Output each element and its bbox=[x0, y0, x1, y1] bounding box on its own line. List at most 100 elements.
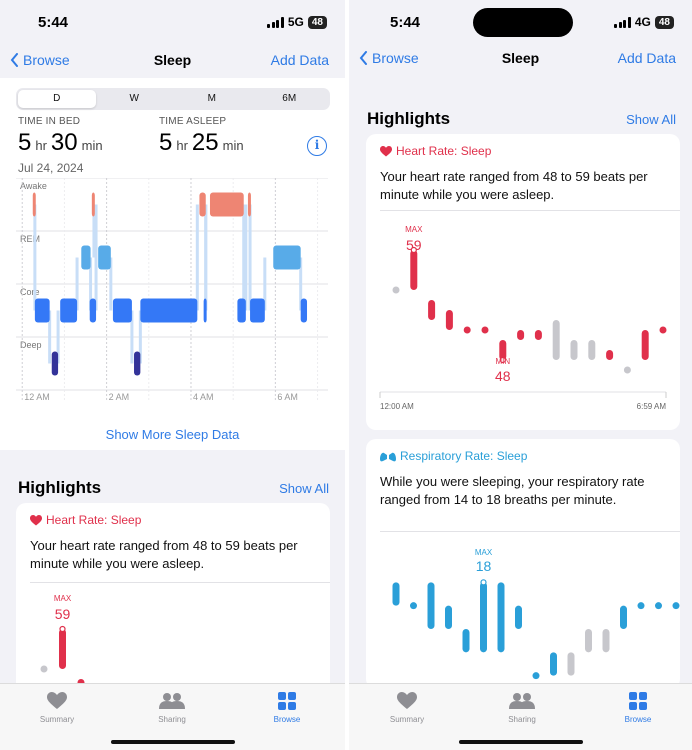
range-bar bbox=[602, 629, 610, 653]
segment-week[interactable]: W bbox=[96, 90, 174, 108]
max-value: 18 bbox=[476, 558, 492, 574]
time-in-bed: TIME IN BED 5 hr 30 min bbox=[18, 116, 107, 157]
sleep-segment-awake bbox=[247, 192, 251, 217]
stage-label: Awake bbox=[20, 181, 47, 191]
hours-unit: hr bbox=[176, 138, 188, 153]
range-point bbox=[410, 602, 417, 610]
sleep-panel: D W M 6M TIME IN BED 5 hr 30 min TIME ASLEE… bbox=[0, 78, 345, 450]
tab-summary[interactable]: Summary bbox=[367, 690, 447, 724]
sleep-segment-core bbox=[237, 298, 246, 323]
card-title-text: Heart Rate: Sleep bbox=[396, 144, 492, 158]
signal-icon bbox=[267, 16, 284, 28]
range-bar bbox=[588, 340, 596, 360]
minutes-unit: min bbox=[81, 138, 103, 153]
range-bar bbox=[620, 605, 627, 629]
home-indicator bbox=[459, 740, 583, 744]
range-bar bbox=[552, 320, 560, 360]
grid-icon bbox=[278, 692, 296, 710]
sleep-segment-rem bbox=[273, 245, 301, 270]
card-title: Heart Rate: Sleep bbox=[30, 513, 141, 527]
time-asleep-label: TIME ASLEEP bbox=[159, 116, 227, 127]
right-screen: 5:44 4G 48 Browse Sleep Add Data Highlig… bbox=[349, 0, 692, 750]
sleep-segment-core bbox=[140, 298, 198, 323]
tab-label: Summary bbox=[389, 715, 425, 724]
network-label: 4G bbox=[634, 15, 651, 29]
hours: 5 bbox=[18, 129, 32, 156]
max-label: MAX bbox=[54, 594, 72, 603]
status-icons: 4G 48 bbox=[614, 15, 674, 29]
range-bar bbox=[445, 605, 452, 629]
heart-rate-chart: MAX59MIN4812:00 AM 6:59 AM bbox=[379, 225, 667, 411]
range-bar bbox=[462, 629, 470, 653]
range-bar bbox=[445, 310, 453, 330]
range-bar bbox=[428, 300, 436, 320]
battery-icon: 48 bbox=[654, 15, 674, 29]
max-value: 59 bbox=[55, 606, 71, 622]
sleep-segment-awake bbox=[209, 192, 244, 217]
range-point bbox=[463, 326, 471, 334]
sleep-date: Jul 24, 2024 bbox=[18, 161, 84, 175]
range-bar bbox=[641, 330, 649, 360]
tab-browse[interactable]: Browse bbox=[247, 690, 327, 724]
tab-sharing[interactable]: Sharing bbox=[482, 690, 562, 724]
heart-icon bbox=[30, 514, 42, 525]
status-time: 5:44 bbox=[390, 14, 421, 31]
sleep-segment-deep bbox=[134, 351, 141, 376]
segment-day[interactable]: D bbox=[18, 90, 96, 108]
x-start-label: 12:00 AM bbox=[380, 402, 414, 411]
minutes: 25 bbox=[191, 129, 219, 156]
card-title: Respiratory Rate: Sleep bbox=[380, 449, 527, 463]
show-all-link[interactable]: Show All bbox=[626, 112, 676, 127]
segment-six-months[interactable]: 6M bbox=[251, 90, 329, 108]
sleep-segment-core bbox=[250, 298, 265, 323]
heart-icon bbox=[47, 692, 67, 709]
range-point bbox=[40, 665, 48, 673]
range-point bbox=[623, 366, 631, 374]
x-tick-label: 12 AM bbox=[24, 392, 50, 402]
show-all-link[interactable]: Show All bbox=[279, 481, 329, 496]
heart-icon bbox=[397, 692, 417, 709]
highlights-header: Highlights Show All bbox=[367, 109, 676, 129]
info-icon[interactable]: i bbox=[307, 136, 327, 156]
sleep-segment-awake bbox=[199, 192, 206, 217]
sleep-segment-core bbox=[60, 298, 78, 323]
range-point bbox=[672, 602, 680, 610]
x-tick-label: 6 AM bbox=[277, 392, 298, 402]
status-time: 5:44 bbox=[38, 14, 69, 31]
tab-label: Browse bbox=[273, 715, 301, 724]
sleep-segment-awake bbox=[91, 192, 95, 217]
heart-rate-card[interactable]: Heart Rate: Sleep Your heart rate ranged… bbox=[366, 134, 680, 430]
highlights-header: Highlights Show All bbox=[18, 478, 329, 498]
time-in-bed-label: TIME IN BED bbox=[18, 116, 81, 127]
time-asleep-value: 5 hr 25 min bbox=[159, 129, 248, 157]
heart-icon bbox=[380, 145, 392, 156]
tab-summary[interactable]: Summary bbox=[17, 690, 97, 724]
highlights-title: Highlights bbox=[367, 109, 451, 128]
sleep-segment-core bbox=[89, 298, 97, 323]
range-bar bbox=[480, 582, 487, 653]
sleep-segment-rem bbox=[81, 245, 91, 270]
status-bar: 5:44 4G 48 bbox=[349, 0, 692, 44]
grid-icon bbox=[629, 692, 647, 710]
respiratory-rate-card[interactable]: Respiratory Rate: Sleep While you were s… bbox=[366, 439, 680, 689]
add-data-button[interactable]: Add Data bbox=[618, 50, 676, 66]
heart-rate-card[interactable]: Heart Rate: Sleep Your heart rate ranged… bbox=[16, 503, 330, 693]
add-data-button[interactable]: Add Data bbox=[271, 52, 329, 68]
show-more-sleep-data-link[interactable]: Show More Sleep Data bbox=[0, 427, 345, 442]
range-point bbox=[392, 286, 400, 294]
tab-browse[interactable]: Browse bbox=[598, 690, 678, 724]
range-bar bbox=[427, 582, 435, 629]
tab-sharing[interactable]: Sharing bbox=[132, 690, 212, 724]
range-bar bbox=[59, 629, 66, 669]
range-bar bbox=[392, 582, 400, 606]
range-point bbox=[655, 602, 662, 610]
max-marker bbox=[480, 579, 487, 586]
card-divider bbox=[380, 210, 680, 211]
min-value: 48 bbox=[495, 368, 511, 384]
tab-label: Summary bbox=[39, 715, 75, 724]
sleep-segment-core bbox=[300, 298, 308, 323]
sleep-segment-rem bbox=[98, 245, 111, 270]
range-bar bbox=[570, 340, 578, 360]
card-title-text: Respiratory Rate: Sleep bbox=[400, 449, 528, 463]
segment-month[interactable]: M bbox=[173, 90, 251, 108]
